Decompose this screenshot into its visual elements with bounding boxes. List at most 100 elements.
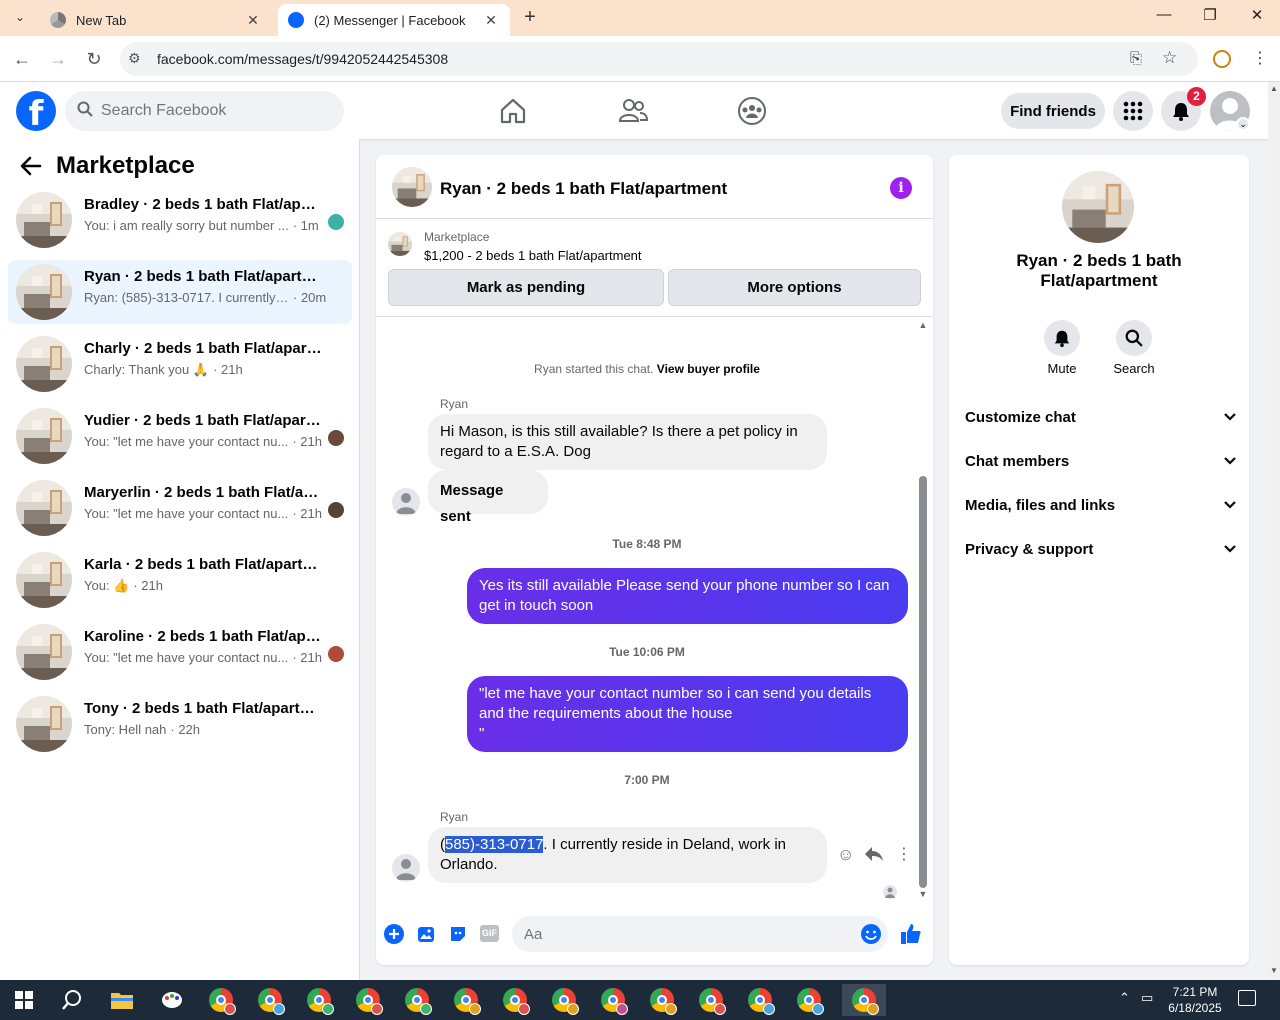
message-composer[interactable] (512, 916, 888, 952)
taskbar-search-icon[interactable] (56, 984, 88, 1016)
react-emoji-icon[interactable]: ☺ (837, 845, 854, 865)
facebook-logo-icon[interactable]: f (16, 91, 56, 131)
chrome-taskbar-icon[interactable] (254, 984, 286, 1016)
details-section-row[interactable]: Media, files and links (965, 493, 1237, 517)
chrome-taskbar-icon[interactable] (744, 984, 776, 1016)
sticker-icon[interactable] (448, 924, 468, 949)
chrome-taskbar-icon[interactable] (205, 984, 237, 1016)
message-bubble-incoming[interactable]: Hi Mason, is this still available? Is th… (428, 414, 827, 470)
chrome-taskbar-icon[interactable] (597, 984, 629, 1016)
close-tab-icon[interactable]: ✕ (244, 12, 262, 29)
menu-grid-icon[interactable] (1113, 91, 1153, 131)
back-arrow-icon[interactable]: ← (10, 47, 34, 71)
new-tab-button[interactable]: + (518, 6, 542, 29)
details-section-row[interactable]: Customize chat (965, 405, 1237, 429)
page-scrollbar[interactable] (1268, 82, 1280, 980)
message-input[interactable] (524, 925, 844, 943)
find-friends-button[interactable]: Find friends (1001, 93, 1105, 129)
minimize-icon[interactable]: — (1152, 6, 1176, 23)
restore-icon[interactable]: ❐ (1198, 6, 1222, 24)
site-info-icon[interactable]: ⚙ (128, 50, 141, 67)
tab-search-dropdown[interactable]: ⌄ (8, 6, 32, 28)
chrome-taskbar-icon[interactable] (548, 984, 580, 1016)
page-scroll-up-icon[interactable]: ▲ (1268, 84, 1280, 93)
network-icon[interactable]: ▭ (1141, 990, 1153, 1006)
details-section-row[interactable]: Privacy & support (965, 537, 1237, 561)
chrome-taskbar-icon[interactable] (303, 984, 335, 1016)
install-app-icon[interactable]: ⎘ (1130, 50, 1142, 67)
friends-icon[interactable] (618, 96, 649, 126)
close-window-icon[interactable]: ✕ (1245, 6, 1269, 24)
sender-avatar[interactable] (392, 488, 420, 516)
chrome-taskbar-icon[interactable] (499, 984, 531, 1016)
chat-title[interactable]: Ryan · 2 beds 1 bath Flat/apartment (440, 179, 727, 199)
more-actions-icon[interactable]: ⋮ (896, 844, 912, 864)
chrome-taskbar-icon[interactable] (401, 984, 433, 1016)
url-text[interactable]: facebook.com/messages/t/9942052442545308 (157, 51, 448, 67)
scroll-down-arrow-icon[interactable]: ▼ (918, 889, 928, 899)
gif-icon[interactable]: GIF (480, 925, 499, 942)
home-icon[interactable] (498, 96, 528, 126)
conversation-item[interactable]: Karla · 2 beds 1 bath Flat/apartment You:… (8, 548, 352, 612)
details-section-row[interactable]: Chat members (965, 449, 1237, 473)
chrome-taskbar-icon[interactable] (352, 984, 384, 1016)
conversation-item[interactable]: Bradley · 2 beds 1 bath Flat/apartment Yo… (8, 188, 352, 252)
conversation-item[interactable]: Charly · 2 beds 1 bath Flat/apartment Cha… (8, 332, 352, 396)
account-chevron-icon[interactable]: ⌄ (1236, 117, 1250, 131)
like-thumb-icon[interactable] (899, 922, 923, 951)
groups-icon[interactable] (737, 96, 767, 126)
photo-icon[interactable] (416, 924, 436, 949)
chrome-taskbar-icon[interactable] (695, 984, 727, 1016)
sender-avatar[interactable] (392, 854, 420, 882)
page-scroll-down-icon[interactable]: ▼ (1268, 966, 1280, 975)
search-icon[interactable] (1116, 320, 1152, 356)
tab-messenger[interactable]: (2) Messenger | Facebook ✕ (278, 4, 510, 36)
facebook-search[interactable] (65, 91, 344, 131)
tab-new-tab[interactable]: New Tab ✕ (40, 4, 272, 36)
conversation-item[interactable]: Karoline · 2 beds 1 bath Flat/apartment Y… (8, 620, 352, 684)
back-arrow-icon[interactable] (20, 155, 42, 184)
emoji-icon[interactable] (860, 923, 882, 950)
chrome-taskbar-icon[interactable] (842, 984, 886, 1016)
bookmark-star-icon[interactable]: ☆ (1162, 48, 1177, 68)
message-sent-bubble[interactable]: Message sent (428, 470, 548, 525)
reload-icon[interactable]: ↻ (82, 47, 106, 71)
file-explorer-icon[interactable] (106, 984, 138, 1016)
close-tab-icon[interactable]: ✕ (482, 12, 500, 29)
conversation-item[interactable]: Maryerlin · 2 beds 1 bath Flat/apartment… (8, 476, 352, 540)
reply-icon[interactable] (864, 845, 884, 868)
info-icon[interactable]: i (890, 177, 912, 199)
scroll-up-arrow-icon[interactable]: ▲ (918, 320, 928, 330)
message-bubble-incoming[interactable]: (585)-313-0717. I currently reside in De… (428, 827, 827, 883)
notification-center-icon[interactable] (1238, 990, 1256, 1006)
chrome-taskbar-icon[interactable] (450, 984, 482, 1016)
chevron-down-icon (1223, 409, 1237, 426)
mark-as-pending-button[interactable]: Mark as pending (388, 269, 664, 306)
more-options-button[interactable]: More options (668, 269, 921, 306)
message-bubble-outgoing[interactable]: Yes its still available Please send your… (467, 568, 908, 624)
view-buyer-profile-link[interactable]: View buyer profile (657, 362, 760, 376)
plus-icon[interactable] (383, 923, 405, 950)
conversation-item[interactable]: Tony · 2 beds 1 bath Flat/apartment Tony:… (8, 692, 352, 756)
paint-app-icon[interactable] (156, 984, 188, 1016)
message-bubble-outgoing[interactable]: "let me have your contact number so i ca… (467, 676, 908, 752)
profile-icon[interactable] (1213, 50, 1231, 68)
chrome-taskbar-icon[interactable] (793, 984, 825, 1016)
chrome-menu-icon[interactable]: ⋮ (1252, 48, 1268, 68)
windows-start-icon[interactable] (8, 984, 40, 1016)
listing-small-thumbnail[interactable] (388, 232, 412, 256)
mute-bell-icon[interactable] (1044, 320, 1080, 356)
search-input[interactable] (101, 102, 321, 120)
conversation-item[interactable]: Ryan · 2 beds 1 bath Flat/apartment Ryan:… (8, 260, 352, 324)
chrome-taskbar-icon[interactable] (646, 984, 678, 1016)
conversation-item[interactable]: Yudier · 2 beds 1 bath Flat/apartment You… (8, 404, 352, 468)
chat-scrollbar[interactable] (919, 476, 927, 888)
selected-text[interactable]: 585)-313-0717 (445, 836, 544, 853)
chrome-icon (356, 988, 383, 1015)
forward-arrow-icon[interactable]: → (46, 47, 70, 71)
tray-overflow-icon[interactable]: ⌃ (1119, 990, 1130, 1006)
listing-photo[interactable] (1062, 171, 1134, 243)
taskbar-clock[interactable]: 7:21 PM 6/18/2025 (1160, 984, 1230, 1016)
listing-thumbnail[interactable] (392, 167, 432, 207)
listing-title[interactable]: $1,200 - 2 beds 1 bath Flat/apartment (424, 248, 642, 263)
